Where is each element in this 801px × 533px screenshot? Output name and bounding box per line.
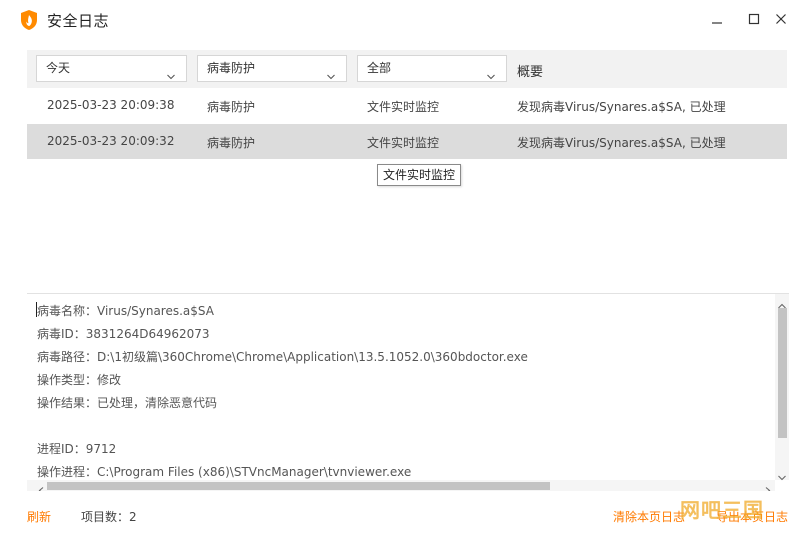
horizontal-scroll-thumb[interactable] <box>47 482 550 490</box>
horizontal-scrollbar[interactable] <box>27 480 775 491</box>
row-type: 文件实时监控 <box>367 136 440 150</box>
maximize-button[interactable] <box>740 8 768 32</box>
table-row[interactable]: 2025-03-23 20:09:38 病毒防护 文件实时监控 发现病毒Viru… <box>27 88 787 123</box>
minimize-button[interactable] <box>703 8 731 32</box>
scroll-down-icon[interactable] <box>778 470 786 481</box>
row-category: 病毒防护 <box>207 136 256 150</box>
row-type: 文件实时监控 <box>367 100 440 114</box>
detail-virus-path: 病毒路径：D:\1初级篇\360Chrome\Chrome\Applicatio… <box>37 350 528 364</box>
watermark-text: 网吧三国 <box>680 498 764 522</box>
maximize-icon <box>748 13 760 28</box>
category-filter-value: 病毒防护 <box>207 61 256 75</box>
row-time: 2025-03-23 20:09:38 <box>47 98 175 112</box>
category-filter-dropdown[interactable]: 病毒防护 <box>197 55 347 82</box>
close-icon <box>775 13 787 28</box>
row-summary: 发现病毒Virus/Synares.a$SA, 已处理 <box>517 100 726 114</box>
chevron-down-icon <box>327 65 335 80</box>
row-summary: 发现病毒Virus/Synares.a$SA, 已处理 <box>517 136 726 150</box>
scroll-up-icon[interactable] <box>778 298 786 309</box>
table-row-selected[interactable]: 2025-03-23 20:09:32 病毒防护 文件实时监控 发现病毒Viru… <box>27 124 787 159</box>
footer-bar: 刷新 项目数：2 清除本页日志 导出本页日志 网吧三国 <box>0 493 801 533</box>
tooltip: 文件实时监控 <box>377 164 462 186</box>
chevron-down-icon <box>487 65 495 80</box>
scroll-left-icon[interactable] <box>38 483 44 491</box>
close-button[interactable] <box>767 8 795 32</box>
shield-flame-icon <box>19 9 39 31</box>
item-count: 项目数：2 <box>81 510 137 524</box>
type-filter-dropdown[interactable]: 全部 <box>357 55 507 82</box>
scroll-right-icon[interactable] <box>765 483 771 491</box>
filter-header: 今天 病毒防护 全部 概要 <box>27 50 787 88</box>
detail-virus-name: 病毒名称：Virus/Synares.a$SA <box>37 304 214 318</box>
vertical-scrollbar[interactable] <box>775 294 789 481</box>
clear-page-log-link[interactable]: 清除本页日志 <box>613 508 685 525</box>
minimize-icon <box>711 13 723 28</box>
refresh-link[interactable]: 刷新 <box>27 508 51 525</box>
vertical-scroll-thumb[interactable] <box>778 308 787 438</box>
date-filter-value: 今天 <box>46 61 71 75</box>
row-category: 病毒防护 <box>207 100 256 114</box>
summary-column-header: 概要 <box>517 65 544 80</box>
title-bar: 安全日志 <box>0 0 801 40</box>
date-filter-dropdown[interactable]: 今天 <box>36 55 187 82</box>
detail-virus-id: 病毒ID：3831264D64962073 <box>37 327 210 341</box>
chevron-down-icon <box>167 65 175 80</box>
detail-panel[interactable]: 病毒名称：Virus/Synares.a$SA 病毒ID：3831264D649… <box>27 293 789 491</box>
detail-operation-type: 操作类型：修改 <box>37 373 122 387</box>
row-time: 2025-03-23 20:09:32 <box>47 134 175 148</box>
window-title: 安全日志 <box>47 12 110 30</box>
detail-process-path: 操作进程：C:\Program Files (x86)\STVncManager… <box>37 465 412 479</box>
detail-process-id: 进程ID：9712 <box>37 442 117 456</box>
detail-operation-result: 操作结果：已处理，清除恶意代码 <box>37 396 218 410</box>
type-filter-value: 全部 <box>367 61 392 75</box>
